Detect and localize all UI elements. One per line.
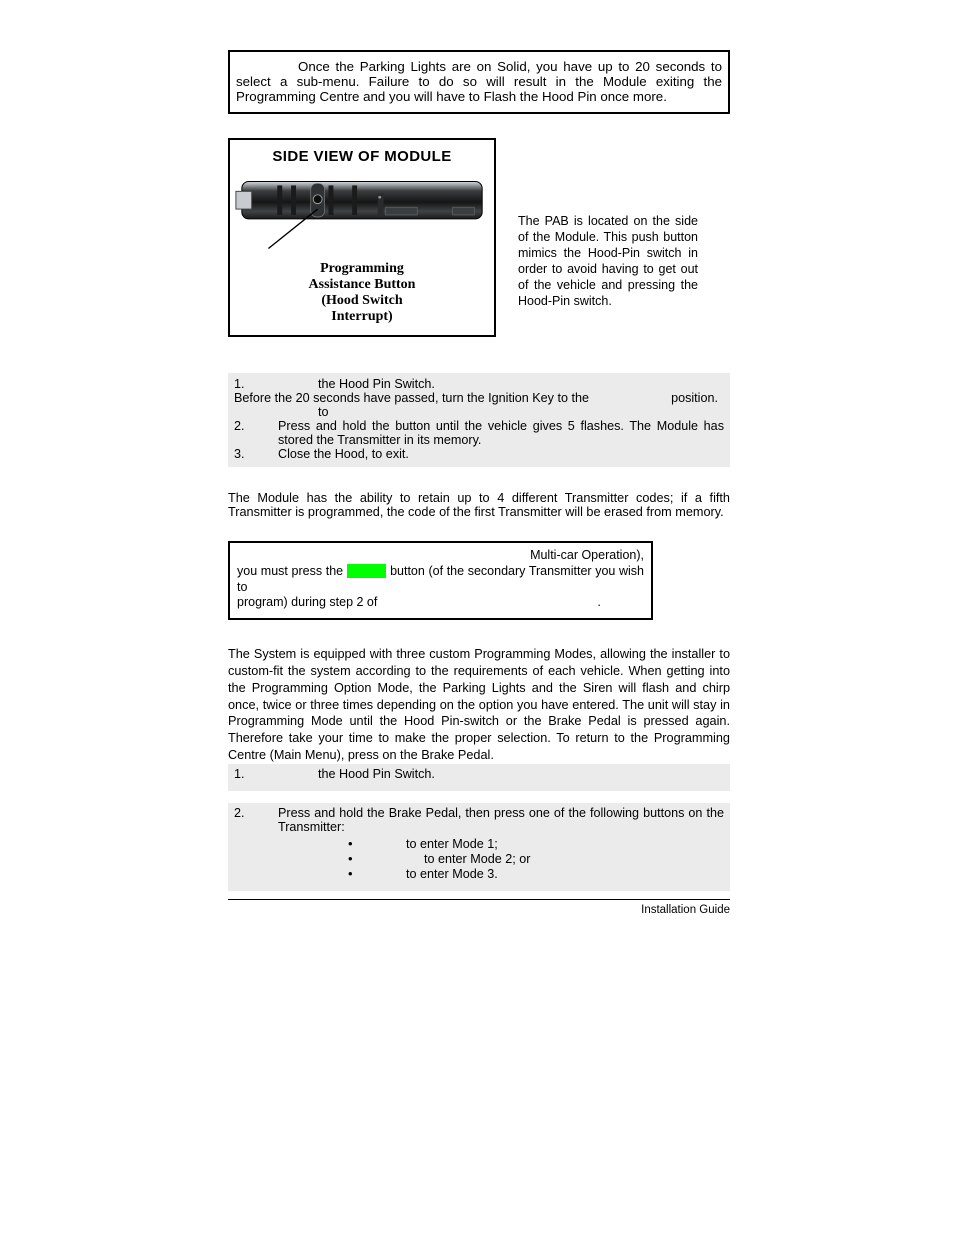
bullet-icon: • <box>348 866 384 881</box>
mode-bullet: • to enter Mode 2; or <box>234 851 724 866</box>
module-figure: SIDE VIEW OF MODULE <box>228 138 496 337</box>
caption-line-4: Interrupt) <box>234 309 490 325</box>
caption-line-1: Programming <box>234 261 490 277</box>
warning-note-text: Once the Parking Lights are on Solid, yo… <box>236 59 722 104</box>
step-text: Press and hold the button until the vehi… <box>278 419 724 447</box>
pab-description: The PAB is located on the side of the Mo… <box>518 213 698 309</box>
document-page: Once the Parking Lights are on Solid, yo… <box>0 0 954 1235</box>
step-number: 2. <box>234 419 278 447</box>
figure-title: SIDE VIEW OF MODULE <box>230 140 494 171</box>
step-text: Close the Hood, to exit. <box>278 447 724 461</box>
transmitter-limit-paragraph: The Module has the ability to retain up … <box>228 491 730 519</box>
multicar-line-top: Multi-car Operation), <box>237 548 644 564</box>
multicar-note-box: Multi-car Operation), you must press the… <box>228 541 653 620</box>
step-text: Press and hold the Brake Pedal, then pre… <box>278 806 724 834</box>
step-text: the Hood Pin Switch. <box>278 767 724 781</box>
figure-caption: Programming Assistance Button (Hood Swit… <box>230 259 494 335</box>
module-side-view-illustration <box>230 171 494 259</box>
figure-row: SIDE VIEW OF MODULE <box>228 138 730 337</box>
step-text-position: position. <box>671 391 724 405</box>
step-text: the Hood Pin Switch. <box>278 377 724 391</box>
step-number: 1. <box>234 377 278 391</box>
caption-line-2: Assistance Button <box>234 277 490 293</box>
multicar-line-middle: you must press the button (of the second… <box>237 564 644 595</box>
mode-item: to enter Mode 1; <box>384 837 724 851</box>
programming-modes-paragraph: The System is equipped with three custom… <box>228 646 730 764</box>
highlight-button-icon <box>347 564 387 578</box>
bullet-icon: • <box>348 836 384 851</box>
mode-item: to enter Mode 3. <box>384 867 724 881</box>
mode-bullet: • to enter Mode 1; <box>234 836 724 851</box>
multicar-line-bottom: program) during step 2 of . <box>237 595 644 611</box>
footer-text: Installation Guide <box>228 900 730 916</box>
step-number: 2. <box>234 806 278 834</box>
programming-mode-steps-cont: 2. Press and hold the Brake Pedal, then … <box>228 803 730 891</box>
step-number: 1. <box>234 767 278 781</box>
step-to: to <box>278 405 724 419</box>
transmitter-programming-steps: 1. the Hood Pin Switch. Before the 20 se… <box>228 373 730 467</box>
spacer <box>228 791 730 803</box>
warning-note-box: Once the Parking Lights are on Solid, yo… <box>228 50 730 114</box>
programming-mode-steps: 1. the Hood Pin Switch. <box>228 764 730 791</box>
step-text-line: Before the 20 seconds have passed, turn … <box>234 391 589 405</box>
caption-line-3: (Hood Switch <box>234 293 490 309</box>
bullet-icon: • <box>348 851 384 866</box>
mode-item: to enter Mode 2; or <box>384 852 724 866</box>
mode-bullet: • to enter Mode 3. <box>234 866 724 881</box>
step-number: 3. <box>234 447 278 461</box>
